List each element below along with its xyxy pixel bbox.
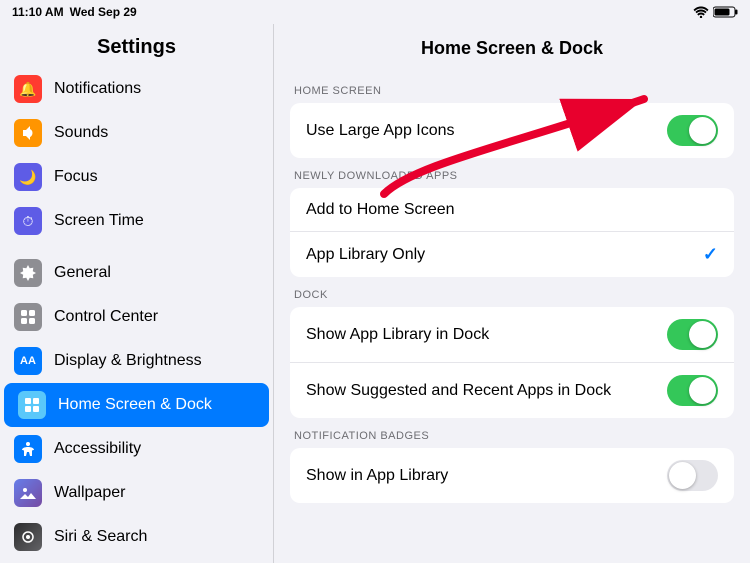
sounds-icon (14, 119, 42, 147)
app-library-only-row[interactable]: App Library Only ✓ (290, 232, 734, 277)
display-label: Display & Brightness (54, 352, 202, 370)
show-app-library-dock-row: Show App Library in Dock (290, 307, 734, 363)
sidebar-item-focus[interactable]: 🌙 Focus (0, 155, 273, 199)
add-to-home-row[interactable]: Add to Home Screen (290, 188, 734, 232)
section-notification-badges: NOTIFICATION BADGES Show in App Library (290, 430, 734, 503)
wallpaper-icon (14, 479, 42, 507)
show-suggested-dock-toggle[interactable] (667, 375, 718, 406)
section-newly-downloaded: NEWLY DOWNLOADED APPS Add to Home Screen… (290, 170, 734, 277)
show-app-library-dock-toggle[interactable] (667, 319, 718, 350)
home-screen-card: Use Large App Icons (290, 103, 734, 158)
sidebar-item-touch-id[interactable]: Touch ID & Passcode (0, 559, 273, 563)
accessibility-label: Accessibility (54, 440, 141, 458)
show-app-library-badge-toggle[interactable] (667, 460, 718, 491)
screen-time-label: Screen Time (54, 212, 144, 230)
content-area: Home Screen & Dock HOME SCREEN Use Large… (274, 24, 750, 563)
app-library-checkmark: ✓ (703, 244, 718, 265)
show-app-library-badge-knob (669, 462, 696, 489)
sidebar-item-wallpaper[interactable]: Wallpaper (0, 471, 273, 515)
home-screen-section-label: HOME SCREEN (290, 85, 734, 97)
show-app-library-badge-label: Show in App Library (306, 467, 667, 485)
status-icons (693, 6, 738, 18)
sidebar-item-notifications[interactable]: 🔔 Notifications (0, 67, 273, 111)
general-label: General (54, 264, 111, 282)
show-app-library-dock-label: Show App Library in Dock (306, 326, 667, 344)
home-screen-label: Home Screen & Dock (58, 396, 212, 414)
siri-icon (14, 523, 42, 551)
add-to-home-label: Add to Home Screen (306, 201, 718, 219)
wallpaper-label: Wallpaper (54, 484, 125, 502)
sidebar-item-general[interactable]: General (0, 251, 273, 295)
sidebar-item-home-screen[interactable]: Home Screen & Dock (4, 383, 269, 427)
app-library-only-label: App Library Only (306, 246, 703, 264)
sidebar-item-accessibility[interactable]: Accessibility (0, 427, 273, 471)
status-bar: 11:10 AM Wed Sep 29 (0, 0, 750, 24)
large-icons-toggle[interactable] (667, 115, 718, 146)
newly-downloaded-label: NEWLY DOWNLOADED APPS (290, 170, 734, 182)
show-suggested-dock-label: Show Suggested and Recent Apps in Dock (306, 382, 667, 400)
show-suggested-dock-knob (689, 377, 716, 404)
show-suggested-dock-row: Show Suggested and Recent Apps in Dock (290, 363, 734, 418)
focus-icon: 🌙 (14, 163, 42, 191)
notifications-icon: 🔔 (14, 75, 42, 103)
sounds-label: Sounds (54, 124, 108, 142)
display-icon: AA (14, 347, 42, 375)
control-center-label: Control Center (54, 308, 158, 326)
sidebar-item-control-center[interactable]: Control Center (0, 295, 273, 339)
sidebar-item-screen-time[interactable]: ⏱ Screen Time (0, 199, 273, 243)
sidebar-item-display[interactable]: AA Display & Brightness (0, 339, 273, 383)
siri-label: Siri & Search (54, 528, 147, 546)
section-dock: DOCK Show App Library in Dock Show Sugge… (290, 289, 734, 418)
sidebar-item-sounds[interactable]: Sounds (0, 111, 273, 155)
home-screen-icon (18, 391, 46, 419)
newly-downloaded-card: Add to Home Screen App Library Only ✓ (290, 188, 734, 277)
accessibility-icon (14, 435, 42, 463)
content-title: Home Screen & Dock (274, 24, 750, 73)
section-home-screen: HOME SCREEN Use Large App Icons (290, 85, 734, 158)
large-icons-knob (689, 117, 716, 144)
sidebar-item-siri[interactable]: Siri & Search (0, 515, 273, 559)
sidebar-title: Settings (0, 24, 273, 67)
large-icons-row: Use Large App Icons (290, 103, 734, 158)
time: 11:10 AM (12, 5, 64, 19)
control-center-icon (14, 303, 42, 331)
battery-icon (713, 6, 738, 18)
dock-section-label: DOCK (290, 289, 734, 301)
sidebar: Settings 🔔 Notifications Sounds 🌙 Focus … (0, 24, 274, 563)
notification-badges-card: Show in App Library (290, 448, 734, 503)
wifi-icon (693, 6, 709, 18)
large-icons-label: Use Large App Icons (306, 122, 667, 140)
content-inner: Home Screen & Dock HOME SCREEN Use Large… (274, 24, 750, 503)
dock-card: Show App Library in Dock Show Suggested … (290, 307, 734, 418)
general-icon (14, 259, 42, 287)
focus-label: Focus (54, 168, 98, 186)
show-app-library-dock-knob (689, 321, 716, 348)
screen-time-icon: ⏱ (14, 207, 42, 235)
notification-badges-label: NOTIFICATION BADGES (290, 430, 734, 442)
show-app-library-badge-row: Show in App Library (290, 448, 734, 503)
notifications-label: Notifications (54, 80, 141, 98)
date: Wed Sep 29 (70, 5, 137, 19)
